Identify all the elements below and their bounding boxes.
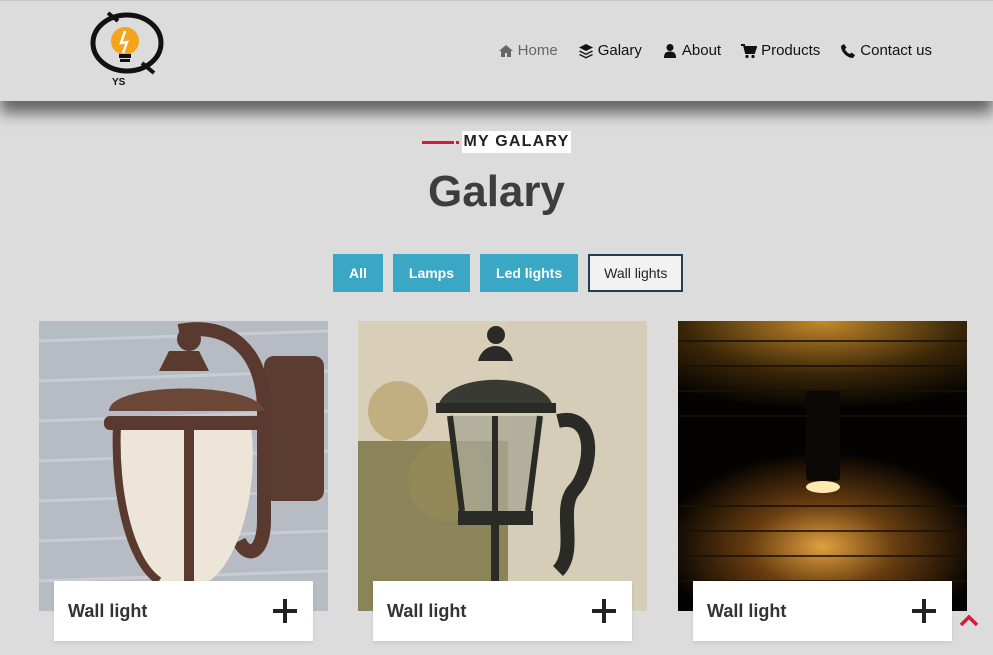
nav-galary-label: Galary [597, 42, 642, 59]
gallery-card-3-caption: Wall light [693, 581, 952, 641]
layers-icon [578, 43, 593, 58]
nav-products[interactable]: Products [741, 42, 820, 59]
nav-contact[interactable]: Contact us [840, 42, 932, 59]
nav-galary[interactable]: Galary [578, 42, 642, 59]
nav-home[interactable]: Home [498, 42, 558, 59]
plus-icon[interactable] [912, 599, 936, 623]
card-label: Wall light [707, 600, 787, 621]
nav-about[interactable]: About [662, 42, 721, 59]
gallery-card-2[interactable] [358, 321, 647, 611]
filter-wall-lights-button[interactable]: Wall lights [588, 254, 684, 292]
logo-text: YS [112, 77, 126, 88]
chevron-up-icon[interactable] [959, 612, 979, 628]
filter-led-lights-button[interactable]: Led lights [480, 254, 579, 292]
section-subtitle-wrap: MY GALARY [0, 131, 993, 153]
plus-icon[interactable] [592, 599, 616, 623]
card-label: Wall light [68, 600, 148, 621]
main-nav: Home Galary About Products Contact us [498, 42, 932, 59]
wall-lamp-image-2 [358, 321, 647, 611]
nav-contact-label: Contact us [860, 42, 932, 59]
filter-lamps-button[interactable]: Lamps [392, 254, 471, 292]
gallery-card-2-caption: Wall light [373, 581, 632, 641]
wall-lamp-image-1 [39, 321, 328, 611]
cart-icon [741, 43, 758, 58]
gallery-card-1[interactable] [39, 321, 328, 611]
card-label: Wall light [387, 600, 467, 621]
filter-bar: All Lamps Led lights Wall lights [333, 254, 684, 292]
subtitle-accent-line [421, 140, 454, 144]
home-icon [498, 44, 513, 57]
filter-all-button[interactable]: All [333, 254, 383, 292]
section-title: Galary [428, 167, 565, 216]
logo[interactable]: YS [88, 7, 168, 89]
section-subtitle: MY GALARY [461, 131, 572, 153]
gallery-card-3[interactable] [678, 321, 967, 611]
subtitle-accent-dot [455, 140, 459, 144]
nav-products-label: Products [761, 42, 821, 59]
site-header: YS Home Galary About Products Contact us [0, 0, 993, 101]
phone-icon [841, 43, 856, 58]
wall-lamp-image-3 [678, 321, 967, 611]
plus-icon[interactable] [273, 599, 297, 623]
gallery-card-1-caption: Wall light [54, 581, 313, 641]
nav-about-label: About [681, 42, 722, 59]
nav-home-label: Home [517, 42, 558, 59]
user-icon [663, 43, 676, 58]
